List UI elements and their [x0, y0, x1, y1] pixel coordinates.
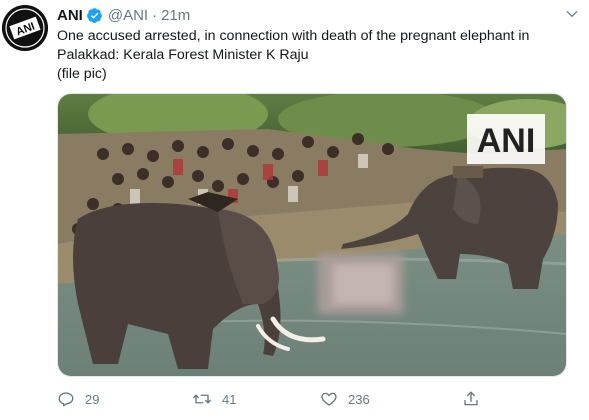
heart-icon	[321, 392, 337, 406]
ani-logo-icon: ANI	[2, 5, 48, 51]
like-button[interactable]: 236	[320, 387, 370, 411]
tweet-text-line: (file pic)	[57, 66, 107, 82]
verified-badge-icon	[86, 7, 103, 24]
tweet-photo[interactable]: ANI	[57, 93, 567, 377]
reply-count: 29	[85, 391, 100, 407]
tweet-text-line: One accused arrested, in connection with…	[57, 28, 530, 44]
author-handle[interactable]: @ANI	[108, 7, 148, 24]
tweet-timestamp[interactable]: 21m	[161, 7, 190, 24]
chevron-down-icon[interactable]	[562, 4, 582, 24]
share-icon	[464, 391, 478, 406]
retweet-icon	[193, 394, 211, 404]
like-count: 236	[348, 391, 370, 407]
separator-dot: ·	[152, 6, 158, 24]
tweet-actions: 29 41 236	[57, 387, 577, 411]
photo-watermark: ANI	[477, 122, 536, 160]
tweet-text: One accused arrested, in connection with…	[57, 27, 577, 84]
avatar[interactable]: ANI	[2, 5, 48, 51]
share-button[interactable]	[462, 387, 480, 411]
reply-icon	[58, 392, 74, 407]
reply-button[interactable]: 29	[57, 387, 99, 411]
tweet-card[interactable]: ANI ANI @ANI · 21m One accused arrested,…	[0, 0, 589, 420]
retweet-count: 41	[222, 391, 237, 407]
retweet-button[interactable]: 41	[192, 387, 236, 411]
author-name[interactable]: ANI	[57, 7, 83, 24]
tweet-text-line: Palakkad: Kerala Forest Minister K Raju	[57, 47, 309, 63]
tweet-header: ANI @ANI · 21m	[57, 5, 190, 25]
elephants-in-river-photo: ANI	[58, 94, 566, 376]
